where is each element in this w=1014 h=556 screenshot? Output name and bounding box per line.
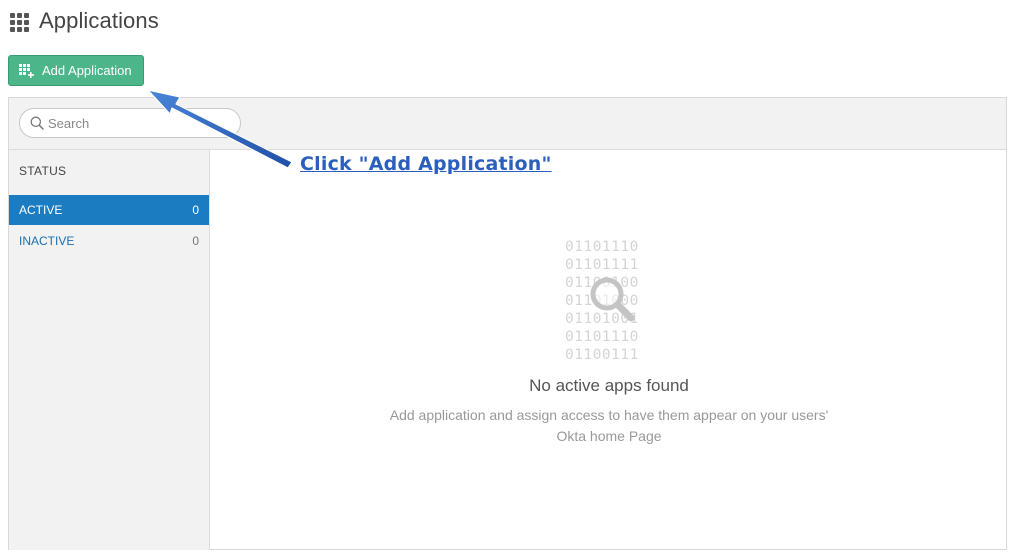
annotation-label: Click "Add Application" [300, 153, 552, 175]
status-item-count: 0 [192, 234, 199, 248]
status-item-label: ACTIVE [19, 203, 63, 217]
panel-toolbar [9, 98, 1006, 150]
magnifier-icon [587, 274, 641, 333]
add-application-button[interactable]: Add Application [8, 55, 144, 86]
binary-line: 01100111 [565, 347, 639, 363]
page-title: Applications [39, 8, 159, 33]
search-icon [30, 116, 44, 130]
status-item-count: 0 [192, 203, 199, 217]
search-box[interactable] [19, 108, 241, 138]
add-app-icon [19, 63, 35, 78]
status-sidebar: STATUS ACTIVE 0 INACTIVE 0 [9, 150, 210, 550]
add-application-label: Add Application [42, 63, 132, 78]
status-item-label: INACTIVE [19, 234, 75, 248]
search-input[interactable] [48, 115, 228, 131]
binary-line: 01101111 [565, 257, 639, 273]
binary-line: 01101110 [565, 239, 639, 255]
empty-state-illustration: 01101110 01101111 01100100 01101000 0110… [565, 238, 655, 364]
status-item-inactive[interactable]: INACTIVE 0 [9, 226, 209, 256]
status-item-active[interactable]: ACTIVE 0 [9, 195, 209, 225]
empty-state-title: No active apps found [529, 376, 689, 395]
empty-state-description: Add application and assign access to hav… [389, 407, 829, 444]
status-heading: STATUS [19, 164, 67, 178]
page-header: Applications [10, 6, 159, 36]
app-list-content: 01101110 01101111 01100100 01101000 0110… [211, 150, 1007, 550]
apps-grid-icon [10, 13, 30, 32]
